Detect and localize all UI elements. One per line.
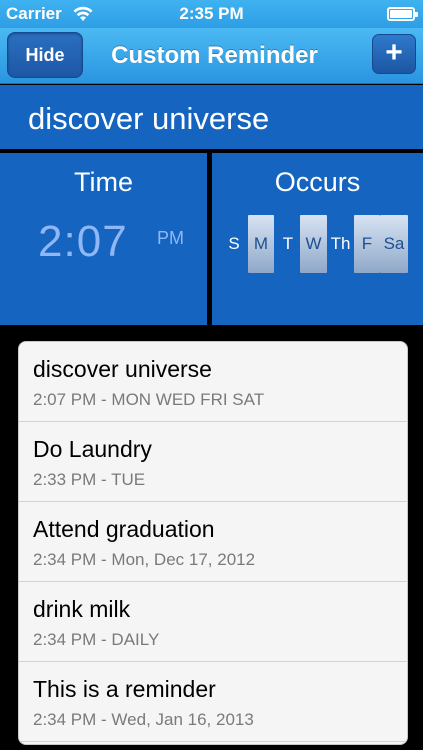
- list-item-title: Do Laundry: [33, 436, 152, 462]
- day-toggle-tuesday[interactable]: T: [278, 215, 298, 273]
- occurs-label: Occurs: [274, 167, 361, 197]
- battery-icon: [387, 7, 418, 21]
- list-item-detail: 2:34 PM - Wed, Jan 16, 2013: [33, 710, 254, 729]
- day-toggle-wednesday[interactable]: W: [300, 215, 327, 273]
- occurs-panel: Occurs S M T W Th F Sa: [212, 153, 423, 325]
- list-item-title: discover universe: [33, 356, 212, 382]
- reminder-name-text: discover universe: [28, 101, 270, 136]
- time-separator: :: [63, 217, 77, 266]
- day-toggle-monday[interactable]: M: [248, 215, 274, 273]
- reminder-list: discover universe 2:07 PM - MON WED FRI …: [18, 341, 408, 745]
- list-item-title: drink milk: [33, 596, 131, 622]
- day-toggle-saturday[interactable]: Sa: [380, 215, 408, 273]
- list-item-detail: 2:34 PM - Mon, Dec 17, 2012: [33, 550, 256, 569]
- time-minute: 07: [76, 217, 128, 266]
- list-item-title: Attend graduation: [33, 516, 215, 542]
- time-hour: 2: [38, 217, 64, 266]
- list-item-detail: 2:33 PM - TUE: [33, 470, 146, 489]
- list-item-title: This is a reminder: [33, 676, 216, 702]
- day-toggle-sunday[interactable]: S: [224, 215, 244, 273]
- list-item-detail: 2:34 PM - DAILY: [33, 630, 160, 649]
- page-title: Custom Reminder: [111, 42, 318, 69]
- time-label: Time: [74, 167, 133, 197]
- add-reminder-button[interactable]: +: [372, 34, 416, 74]
- day-toggle-friday[interactable]: F: [354, 215, 380, 273]
- list-item[interactable]: discover universe 2:07 PM - MON WED FRI …: [19, 342, 407, 422]
- time-ampm: PM: [157, 228, 184, 248]
- status-time: 2:35 PM: [179, 4, 244, 23]
- list-item[interactable]: drink milk 2:34 PM - DAILY: [19, 582, 407, 662]
- list-item-detail: 2:07 PM - MON WED FRI SAT: [33, 390, 265, 409]
- status-bar: Carrier 2:35 PM: [0, 0, 423, 28]
- time-value: 2:07: [38, 217, 128, 267]
- navigation-bar: Hide Custom Reminder +: [0, 28, 423, 84]
- list-item[interactable]: Do Laundry 2:33 PM - TUE: [19, 422, 407, 502]
- weekday-selector: S M T W Th F Sa: [224, 215, 420, 273]
- plus-icon: +: [385, 36, 403, 69]
- list-item[interactable]: Attend graduation 2:34 PM - Mon, Dec 17,…: [19, 502, 407, 582]
- time-panel[interactable]: Time 2:07 PM: [0, 153, 207, 325]
- list-item[interactable]: This is a reminder 2:34 PM - Wed, Jan 16…: [19, 662, 407, 742]
- reminder-name-field[interactable]: discover universe: [0, 85, 423, 149]
- day-toggle-thursday[interactable]: Th: [328, 215, 353, 273]
